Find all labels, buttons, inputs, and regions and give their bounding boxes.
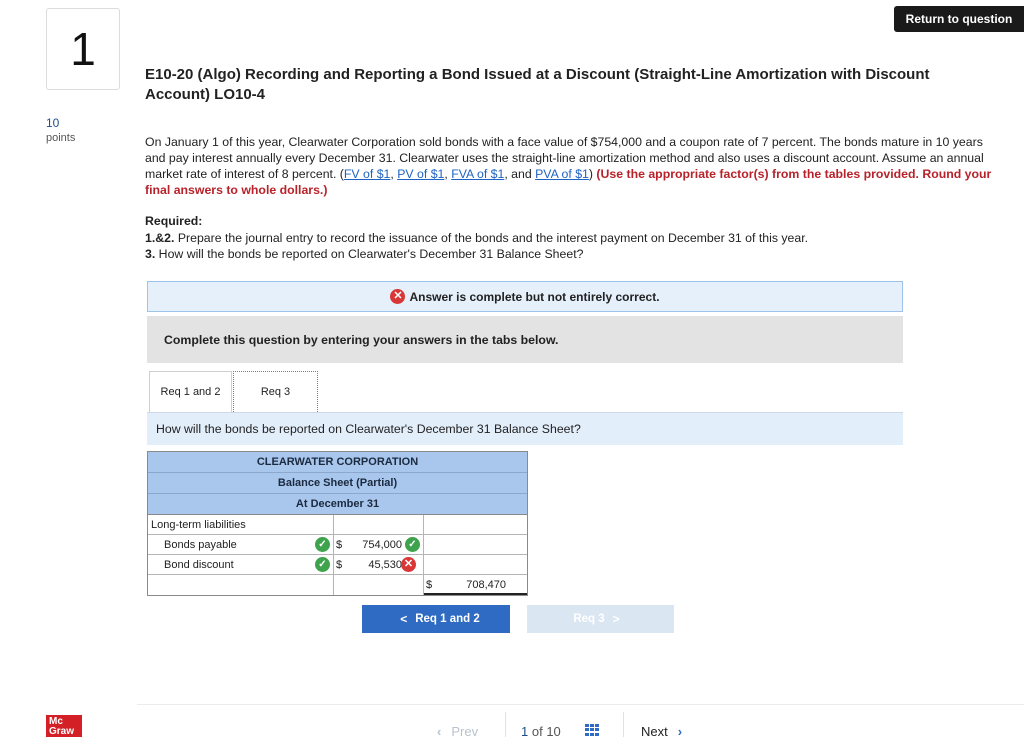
- chevron-right-icon: >: [612, 612, 620, 626]
- logo-line: Graw: [49, 726, 75, 737]
- footer-divider: [137, 704, 1024, 705]
- pager-divider: [623, 712, 624, 737]
- page-indicator[interactable]: 1 of 10: [521, 724, 561, 737]
- page-total: 10: [546, 724, 561, 737]
- table-row: $ 708,470: [148, 575, 527, 595]
- pv-table-link[interactable]: PV of $1: [397, 167, 444, 181]
- correct-check-icon: ✓: [315, 557, 330, 572]
- question-number: 1: [70, 23, 96, 75]
- fva-table-link[interactable]: FVA of $1: [451, 167, 504, 181]
- account-label: Bonds payable: [164, 539, 237, 551]
- section-label[interactable]: Long-term liabilities: [148, 515, 334, 535]
- required-item-3: 3. How will the bonds be reported on Cle…: [145, 246, 995, 263]
- amount-value: 754,000: [362, 539, 402, 551]
- balance-sheet-date: At December 31: [148, 494, 527, 515]
- total-input[interactable]: $ 708,470: [424, 575, 527, 595]
- next-label: Next: [641, 724, 668, 737]
- required-item-number: 1.&2.: [145, 230, 175, 245]
- amount-input-bonds-payable[interactable]: $ 754,000 ✓: [334, 535, 424, 555]
- link-separator: , and: [504, 167, 536, 181]
- total-cell[interactable]: [424, 535, 527, 555]
- required-item-text: How will the bonds be reported on Clearw…: [155, 247, 584, 261]
- dollar-sign: $: [336, 559, 343, 571]
- correct-check-icon: ✓: [405, 537, 420, 552]
- required-item-1-2: 1.&2. Prepare the journal entry to recor…: [145, 230, 995, 247]
- answer-status-banner: ✕ Answer is complete but not entirely co…: [147, 281, 903, 312]
- tab-question-bar: How will the bonds be reported on Clearw…: [147, 413, 903, 445]
- next-req-button[interactable]: Req 3 >: [527, 605, 674, 633]
- required-item-text: Prepare the journal entry to record the …: [174, 230, 809, 245]
- chevron-right-icon: ›: [677, 724, 683, 737]
- tab-req-1-and-2[interactable]: Req 1 and 2: [149, 371, 232, 412]
- correct-check-icon: ✓: [315, 537, 330, 552]
- points-value: 10: [46, 116, 60, 130]
- points-indicator: 10 points: [46, 116, 75, 146]
- pva-table-link[interactable]: PVA of $1: [535, 167, 589, 181]
- problem-statement: On January 1 of this year, Clearwater Co…: [145, 134, 995, 198]
- total-cell[interactable]: [424, 555, 527, 575]
- grid-icon[interactable]: [585, 724, 599, 736]
- points-label: points: [46, 132, 76, 144]
- account-select-empty[interactable]: [148, 575, 334, 595]
- prev-question-link[interactable]: ‹ Prev: [437, 724, 478, 737]
- mcgraw-hill-logo: Mc Graw: [46, 715, 82, 737]
- question-title: E10-20 (Algo) Recording and Reporting a …: [145, 66, 930, 103]
- prev-label: Prev: [451, 724, 479, 737]
- incorrect-x-icon: ✕: [401, 557, 416, 572]
- amount-cell[interactable]: [334, 515, 424, 535]
- required-section: Required: 1.&2. Prepare the journal entr…: [145, 213, 995, 263]
- answer-status-text: Answer is complete but not entirely corr…: [409, 289, 660, 304]
- dollar-sign: $: [336, 539, 343, 551]
- account-label: Bond discount: [164, 559, 234, 571]
- account-select-bonds-payable[interactable]: Bonds payable ✓: [148, 535, 334, 555]
- table-row: Bonds payable ✓ $ 754,000 ✓: [148, 535, 527, 555]
- amount-value: 45,530: [368, 559, 402, 571]
- incorrect-x-icon: ✕: [390, 289, 406, 304]
- page-of: of: [531, 724, 543, 737]
- total-value: 708,470: [466, 579, 506, 591]
- prev-req-label: Req 1 and 2: [415, 613, 480, 625]
- total-cell[interactable]: [424, 515, 527, 535]
- required-heading: Required:: [145, 214, 203, 228]
- tab-req-3[interactable]: Req 3: [233, 371, 318, 412]
- chevron-left-icon: <: [400, 612, 408, 626]
- required-item-number: 3.: [145, 247, 156, 261]
- return-to-question-button[interactable]: Return to question: [894, 6, 1024, 32]
- balance-sheet-table: CLEARWATER CORPORATION Balance Sheet (Pa…: [147, 451, 528, 596]
- prev-req-button[interactable]: < Req 1 and 2: [362, 605, 510, 633]
- next-question-link[interactable]: Next ›: [641, 724, 682, 737]
- amount-input-bond-discount[interactable]: $ 45,530 ✕: [334, 555, 424, 575]
- next-req-label: Req 3: [573, 613, 605, 625]
- question-number-box: 1: [46, 8, 120, 90]
- tab-instructions: Complete this question by entering your …: [147, 316, 903, 363]
- table-row: Bond discount ✓ $ 45,530 ✕: [148, 555, 527, 575]
- fv-table-link[interactable]: FV of $1: [344, 167, 390, 181]
- amount-cell[interactable]: [334, 575, 424, 595]
- chevron-left-icon: ‹: [437, 724, 442, 737]
- pager-divider: [505, 712, 506, 737]
- account-select-bond-discount[interactable]: Bond discount ✓: [148, 555, 334, 575]
- table-row: Long-term liabilities: [148, 515, 527, 535]
- dollar-sign: $: [426, 579, 433, 591]
- balance-sheet-company: CLEARWATER CORPORATION: [148, 452, 527, 473]
- balance-sheet-statement: Balance Sheet (Partial): [148, 473, 527, 494]
- page-current: 1: [521, 724, 529, 737]
